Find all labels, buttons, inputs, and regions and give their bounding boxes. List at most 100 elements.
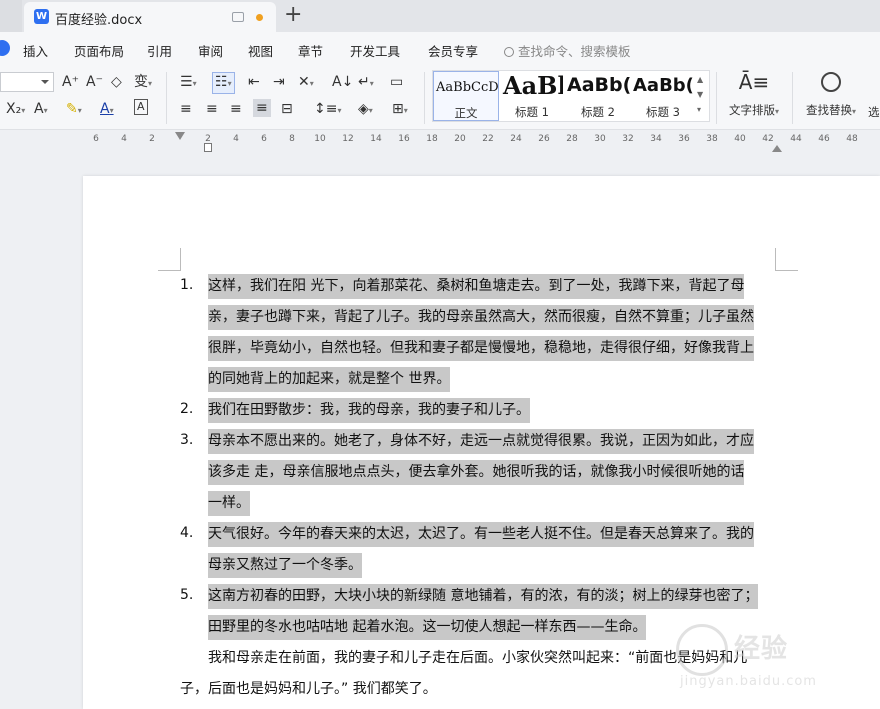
menu-member[interactable]: 会员专享 bbox=[428, 41, 478, 60]
list-item-line[interactable]: 该多走 走，母亲信服地点点头，便去拿外套。她很听我的话，就像我小时候很听她的话 bbox=[208, 460, 745, 485]
decrease-indent-icon[interactable]: ⇤ bbox=[248, 73, 260, 91]
menu-insert[interactable]: 插入 bbox=[23, 41, 48, 60]
eraser-icon[interactable]: ◇ bbox=[111, 73, 122, 91]
list-item-line[interactable]: 亲，妻子也蹲下来，背起了儿子。我的母亲虽然高大，然而很瘦，自然不算重；儿子虽然 bbox=[208, 305, 754, 330]
list-item-line[interactable]: 母亲本不愿出来的。她老了，身体不好，走远一点就觉得很累。我说，正因为如此，才应 bbox=[208, 429, 754, 454]
bullet-list-icon[interactable]: ☰▾ bbox=[180, 73, 197, 93]
text-layout-label: 文字排版▾ bbox=[728, 103, 779, 117]
style-name: 标题 1 bbox=[515, 105, 549, 119]
char-border-icon[interactable]: A bbox=[134, 99, 148, 115]
horizontal-ruler[interactable]: 6 4 2 2 4 6 8 10 12 14 16 18 20 22 24 26 28 30 32 34 36 38 40 4… bbox=[0, 130, 880, 152]
first-line-indent-marker[interactable] bbox=[175, 132, 185, 145]
select-button[interactable]: 选 bbox=[868, 104, 880, 120]
ruler-tick-label: 8 bbox=[289, 134, 295, 144]
line-spacing-icon[interactable]: ↕≡▾ bbox=[314, 100, 341, 120]
menu-page-layout[interactable]: 页面布局 bbox=[74, 41, 124, 60]
text-layout-button[interactable]: Ā≡ 文字排版▾ bbox=[724, 70, 784, 118]
ruler-tick-label: 46 bbox=[818, 134, 830, 144]
ruler-tick-label: 14 bbox=[370, 134, 382, 144]
align-right-icon[interactable]: ≡ bbox=[230, 100, 242, 118]
ruler-tick-label: 22 bbox=[482, 134, 494, 144]
font-size-dropdown[interactable] bbox=[0, 72, 54, 92]
unsaved-dot-icon bbox=[256, 14, 263, 21]
text-effect-icon[interactable]: A▾ bbox=[34, 100, 48, 120]
style-name: 标题 2 bbox=[581, 105, 615, 119]
subscript-icon[interactable]: X₂▾ bbox=[6, 100, 25, 120]
align-center-icon[interactable]: ≡ bbox=[206, 100, 218, 118]
list-number: 2. bbox=[180, 401, 194, 417]
find-icon bbox=[821, 72, 841, 92]
list-item-line[interactable]: 这南方初春的田野，大块小块的新绿随 意地铺着，有的浓，有的淡；树上的绿芽也密了； bbox=[208, 584, 759, 609]
list-number: 5. bbox=[180, 587, 194, 603]
ruler-tick-label: 34 bbox=[650, 134, 662, 144]
window-icon[interactable] bbox=[232, 12, 244, 22]
ruler-tick-label: 6 bbox=[261, 134, 267, 144]
command-search[interactable]: 查找命令、搜索模板 bbox=[504, 41, 631, 60]
list-number: 1. bbox=[180, 277, 194, 293]
style-name: 正文 bbox=[454, 106, 478, 120]
style-sample: AaBbCcD bbox=[436, 80, 499, 95]
previous-tab-stub[interactable] bbox=[0, 0, 22, 32]
find-replace-label: 查找替换▾ bbox=[805, 103, 856, 117]
document-tab[interactable]: W 百度经验.docx bbox=[24, 2, 276, 32]
highlight-icon[interactable]: ✎▾ bbox=[66, 100, 82, 120]
phonetic-icon[interactable]: 变▾ bbox=[134, 73, 152, 93]
numbered-list-icon[interactable]: ☷▾ bbox=[212, 72, 235, 94]
app-menu-icon[interactable] bbox=[0, 40, 10, 56]
style-gallery-scroll[interactable]: ▲ ▼ ▾ bbox=[697, 72, 703, 117]
list-number: 3. bbox=[180, 432, 194, 448]
borders-icon[interactable]: ⊞▾ bbox=[392, 100, 408, 120]
chinese-layout-icon[interactable]: ✕▾ bbox=[298, 73, 314, 93]
increase-indent-icon[interactable]: ⇥ bbox=[273, 73, 285, 91]
document-tab-title: 百度经验.docx bbox=[55, 13, 143, 28]
list-item-line[interactable]: 田野里的冬水也咕咕地 起着水泡。这一切使人想起一样东西——生命。 bbox=[208, 615, 647, 640]
menu-references[interactable]: 引用 bbox=[147, 41, 172, 60]
style-sample: AaBb( bbox=[567, 74, 631, 96]
style-normal[interactable]: AaBbCcD 正文 bbox=[433, 71, 499, 121]
list-item-line[interactable]: 一样。 bbox=[208, 491, 250, 516]
style-gallery: AaBbCcD 正文 AaBl 标题 1 AaBb( 标题 2 AaBb( 标题… bbox=[432, 70, 710, 122]
ruler-tick-label: 26 bbox=[538, 134, 550, 144]
shrink-font-icon[interactable]: A⁻ bbox=[86, 73, 103, 91]
menu-chapter[interactable]: 章节 bbox=[298, 41, 323, 60]
list-item-line[interactable]: 这样，我们在阳 光下，向着那菜花、桑树和鱼塘走去。到了一处，我蹲下来，背起了母 bbox=[208, 274, 745, 299]
right-indent-marker[interactable] bbox=[772, 140, 782, 152]
grow-font-icon[interactable]: A⁺ bbox=[62, 73, 79, 91]
ruler-tick-label: 28 bbox=[566, 134, 578, 144]
word-doc-icon: W bbox=[34, 9, 49, 24]
style-heading-1[interactable]: AaBl 标题 1 bbox=[501, 71, 563, 121]
align-left-icon[interactable]: ≡ bbox=[180, 100, 192, 118]
watermark-url: jingyan.baidu.com bbox=[680, 674, 817, 689]
list-item-line[interactable]: 天气很好。今年的春天来的太迟，太迟了。有一些老人挺不住。但是春天总算来了。我的 bbox=[208, 522, 754, 547]
new-tab-button[interactable]: + bbox=[284, 2, 302, 28]
menu-view[interactable]: 视图 bbox=[248, 41, 273, 60]
list-item-line[interactable]: 母亲又熬过了一个冬季。 bbox=[208, 553, 362, 578]
justify-icon[interactable]: ≡ bbox=[253, 99, 271, 117]
left-indent-marker[interactable] bbox=[204, 143, 212, 152]
tab-stops-icon[interactable]: ▭ bbox=[390, 73, 403, 91]
title-bar: W 百度经验.docx + bbox=[0, 0, 880, 32]
paragraph-line[interactable]: 子，后面也是妈妈和儿子。” 我们都笑了。 bbox=[180, 677, 437, 702]
style-heading-3[interactable]: AaBb( 标题 3 bbox=[631, 71, 695, 121]
find-replace-button[interactable]: 查找替换▾ bbox=[800, 70, 862, 118]
search-icon bbox=[504, 47, 514, 57]
paragraph-line[interactable]: 我和母亲走在前面，我的妻子和儿子走在后面。小家伙突然叫起来：“前面也是妈妈和儿 bbox=[208, 646, 747, 671]
font-color-icon[interactable]: A▾ bbox=[100, 100, 114, 120]
list-item-line[interactable]: 我们在田野散步：我，我的母亲，我的妻子和儿子。 bbox=[208, 398, 530, 423]
sort-icon[interactable]: A↓ bbox=[332, 73, 353, 91]
command-search-placeholder: 查找命令、搜索模板 bbox=[518, 44, 631, 59]
shading-icon[interactable]: ◈▾ bbox=[358, 100, 373, 120]
distributed-icon[interactable]: ⊟ bbox=[281, 100, 293, 118]
show-marks-icon[interactable]: ↵▾ bbox=[358, 73, 374, 93]
ribbon-separator bbox=[792, 72, 793, 124]
menu-developer[interactable]: 开发工具 bbox=[350, 41, 400, 60]
ruler-tick-label: 12 bbox=[342, 134, 354, 144]
ribbon-toolbar: A⁺ A⁻ ◇ 变▾ X₂▾ A▾ ✎▾ A▾ A ☰▾ ☷▾ ⇤ ⇥ ✕▾ A… bbox=[0, 66, 880, 130]
list-item-line[interactable]: 很胖，毕竟幼小，自然也轻。但我和妻子都是慢慢地，稳稳地，走得很仔细，好像我背上 bbox=[208, 336, 754, 361]
margin-corner-mark bbox=[158, 248, 181, 271]
ruler-tick-label: 40 bbox=[734, 134, 746, 144]
menu-review[interactable]: 审阅 bbox=[198, 41, 223, 60]
style-heading-2[interactable]: AaBb( 标题 2 bbox=[565, 71, 631, 121]
watermark-text: 经验 bbox=[734, 634, 789, 664]
list-item-line[interactable]: 的同她背上的加起来，就是整个 世界。 bbox=[208, 367, 451, 392]
